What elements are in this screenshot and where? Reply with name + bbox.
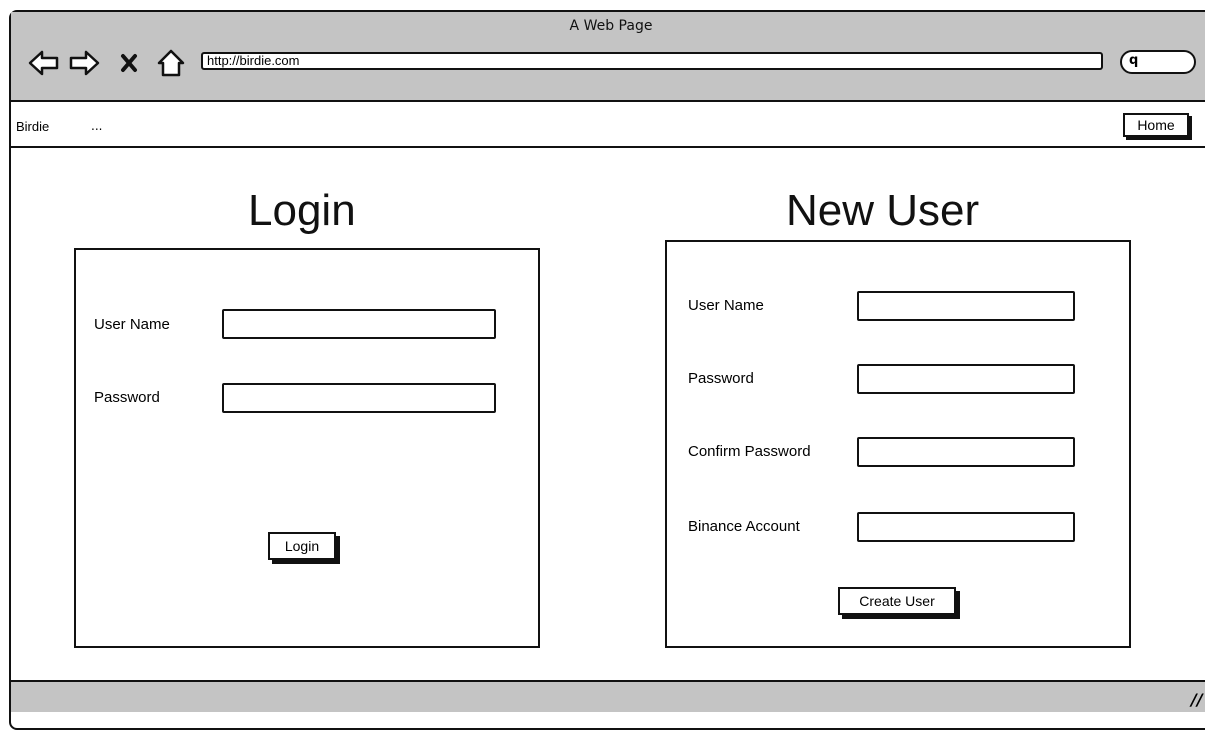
confirm-password-label: Confirm Password [688, 443, 811, 460]
new-user-password-label: Password [688, 370, 754, 387]
site-navbar: Birdie ... Home [11, 102, 1205, 148]
login-password-label: Password [94, 389, 160, 406]
binance-account-label: Binance Account [688, 518, 800, 535]
login-button[interactable]: Login [268, 532, 336, 560]
new-user-password-input[interactable] [857, 364, 1075, 394]
new-user-username-input[interactable] [857, 291, 1075, 321]
status-bar: // [11, 680, 1205, 712]
login-password-input[interactable] [222, 383, 496, 413]
binance-account-input[interactable] [857, 512, 1075, 542]
resize-grip-icon[interactable]: // [1191, 690, 1203, 709]
browser-toolbar: A Web Page http://birdie.com q [11, 12, 1205, 102]
create-user-button[interactable]: Create User [838, 587, 956, 615]
confirm-password-input[interactable] [857, 437, 1075, 467]
close-icon[interactable] [119, 48, 139, 78]
nav-more[interactable]: ... [91, 119, 102, 133]
url-field[interactable]: http://birdie.com [201, 52, 1103, 70]
login-username-label: User Name [94, 316, 170, 333]
new-user-username-label: User Name [688, 297, 764, 314]
site-brand[interactable]: Birdie [16, 119, 49, 134]
login-title: Login [248, 186, 356, 235]
login-username-input[interactable] [222, 309, 496, 339]
back-arrow-icon[interactable] [27, 48, 61, 78]
search-icon: q [1129, 53, 1139, 68]
home-button[interactable]: Home [1123, 113, 1189, 137]
login-panel [74, 248, 540, 648]
window-title: A Web Page [569, 18, 653, 34]
forward-arrow-icon[interactable] [67, 48, 101, 78]
search-field[interactable]: q [1120, 50, 1196, 74]
home-icon[interactable] [156, 48, 186, 78]
new-user-title: New User [786, 186, 980, 235]
